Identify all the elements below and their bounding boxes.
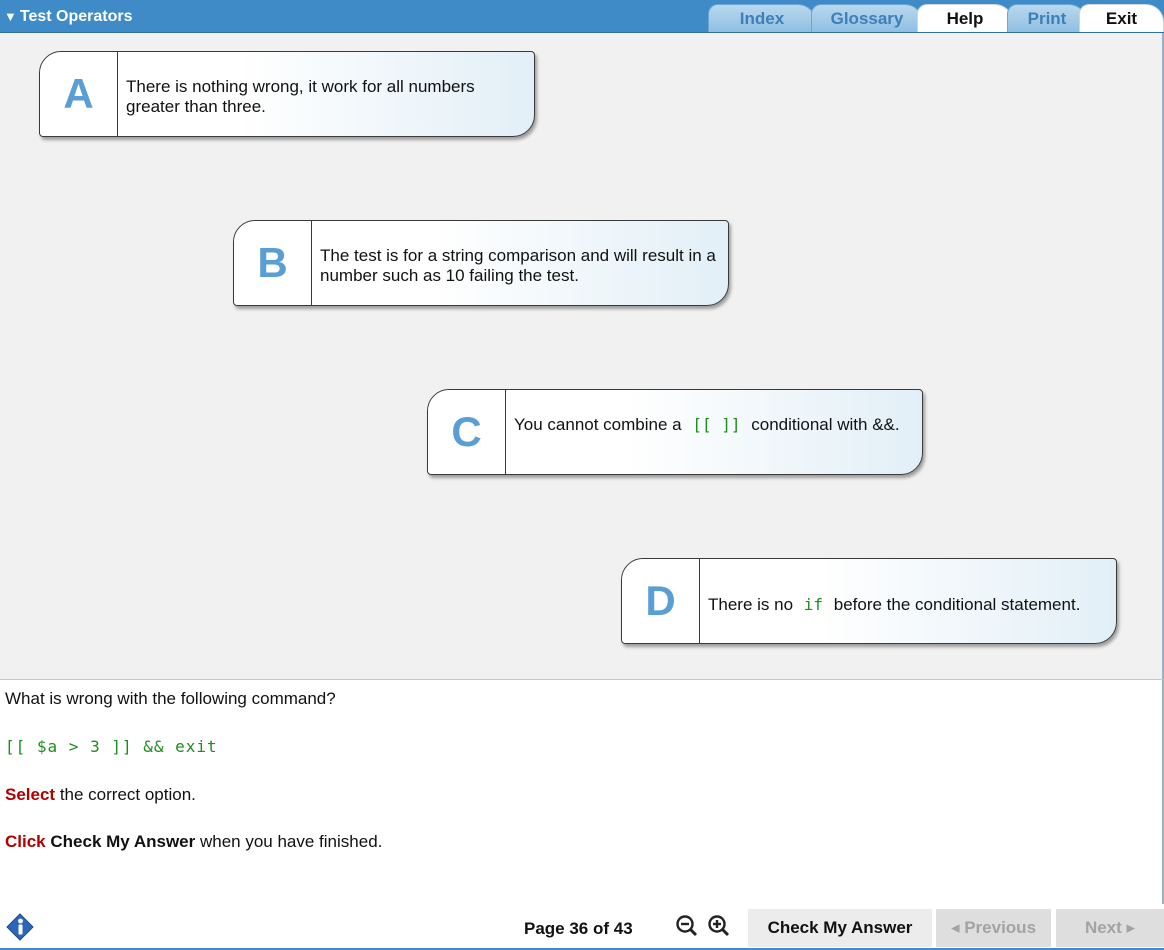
- next-label: Next ▸: [1084, 918, 1136, 937]
- tab-index-label: Index: [739, 8, 785, 28]
- option-c-letter: C: [451, 408, 482, 455]
- tab-print[interactable]: Print: [1007, 4, 1087, 32]
- footer-bar: Page 36 of 43 Check My Answer ◂ Previous…: [0, 904, 1164, 950]
- tab-glossary[interactable]: Glossary: [811, 4, 923, 32]
- option-b-letter: B: [257, 239, 288, 286]
- instruction-select: Select the correct option.: [5, 785, 196, 805]
- option-d-code: if: [803, 595, 824, 614]
- option-d-text-before: There is no: [708, 595, 798, 614]
- option-c[interactable]: C You cannot combine a [[ ]] conditional…: [427, 389, 923, 475]
- previous-button[interactable]: ◂ Previous: [936, 909, 1051, 947]
- next-button[interactable]: Next ▸: [1056, 909, 1164, 947]
- previous-label: ◂ Previous: [950, 918, 1037, 937]
- instruction-click-action: Click: [5, 832, 46, 851]
- option-d[interactable]: D There is no if before the conditional …: [621, 558, 1117, 644]
- top-bar: ▼ Test Operators Index Glossary Help Prin…: [0, 0, 1164, 33]
- question-panel: What is wrong with the following command…: [0, 679, 1164, 905]
- tab-help-label: Help: [946, 8, 984, 28]
- tab-help[interactable]: Help: [917, 4, 1013, 32]
- option-c-code: [[ ]]: [692, 415, 741, 434]
- option-d-text-after: before the conditional statement.: [829, 595, 1081, 614]
- option-b-letter-box: B: [234, 221, 312, 305]
- lesson-title-text: Test Operators: [19, 8, 133, 25]
- tab-glossary-label: Glossary: [830, 8, 904, 28]
- tab-exit-label: Exit: [1105, 8, 1138, 28]
- option-a-text: There is nothing wrong, it work for all …: [126, 77, 475, 116]
- tab-exit[interactable]: Exit: [1079, 4, 1164, 32]
- option-c-letter-box: C: [428, 390, 506, 474]
- collapse-triangle-icon[interactable]: ▼: [4, 9, 17, 24]
- lesson-title[interactable]: ▼ Test Operators: [4, 8, 133, 26]
- instruction-click: Click Check My Answer when you have fini…: [5, 832, 382, 852]
- zoom-in-icon[interactable]: [707, 914, 731, 938]
- answer-stage: A There is nothing wrong, it work for al…: [0, 33, 1164, 679]
- instruction-click-bold: Check My Answer: [50, 832, 196, 851]
- option-c-text-before: You cannot combine a: [514, 415, 687, 434]
- instruction-select-action: Select: [5, 785, 56, 804]
- option-b-text: The test is for a string comparison and …: [320, 246, 716, 285]
- option-d-text: There is no if before the conditional st…: [708, 595, 1118, 615]
- option-a[interactable]: A There is nothing wrong, it work for al…: [39, 51, 535, 137]
- question-command: [[ $a > 3 ]] && exit: [5, 737, 218, 756]
- option-b[interactable]: B The test is for a string comparison an…: [233, 220, 729, 306]
- option-c-text: You cannot combine a [[ ]] conditional w…: [514, 415, 914, 435]
- page-indicator: Page 36 of 43: [524, 919, 633, 938]
- tab-print-label: Print: [1027, 8, 1067, 28]
- check-my-answer-label: Check My Answer: [767, 918, 913, 937]
- check-my-answer-button[interactable]: Check My Answer: [748, 909, 932, 947]
- option-d-letter: D: [645, 577, 676, 624]
- tab-index[interactable]: Index: [708, 4, 816, 32]
- option-c-text-after: conditional with &&.: [746, 415, 900, 434]
- option-d-letter-box: D: [622, 559, 700, 643]
- question-prompt: What is wrong with the following command…: [5, 689, 336, 708]
- info-icon[interactable]: [6, 913, 34, 941]
- instruction-click-rest: when you have finished.: [195, 832, 383, 851]
- option-a-letter: A: [63, 70, 94, 117]
- instruction-select-rest: the correct option.: [55, 785, 196, 804]
- option-a-letter-box: A: [40, 52, 118, 136]
- zoom-out-icon[interactable]: [675, 914, 699, 938]
